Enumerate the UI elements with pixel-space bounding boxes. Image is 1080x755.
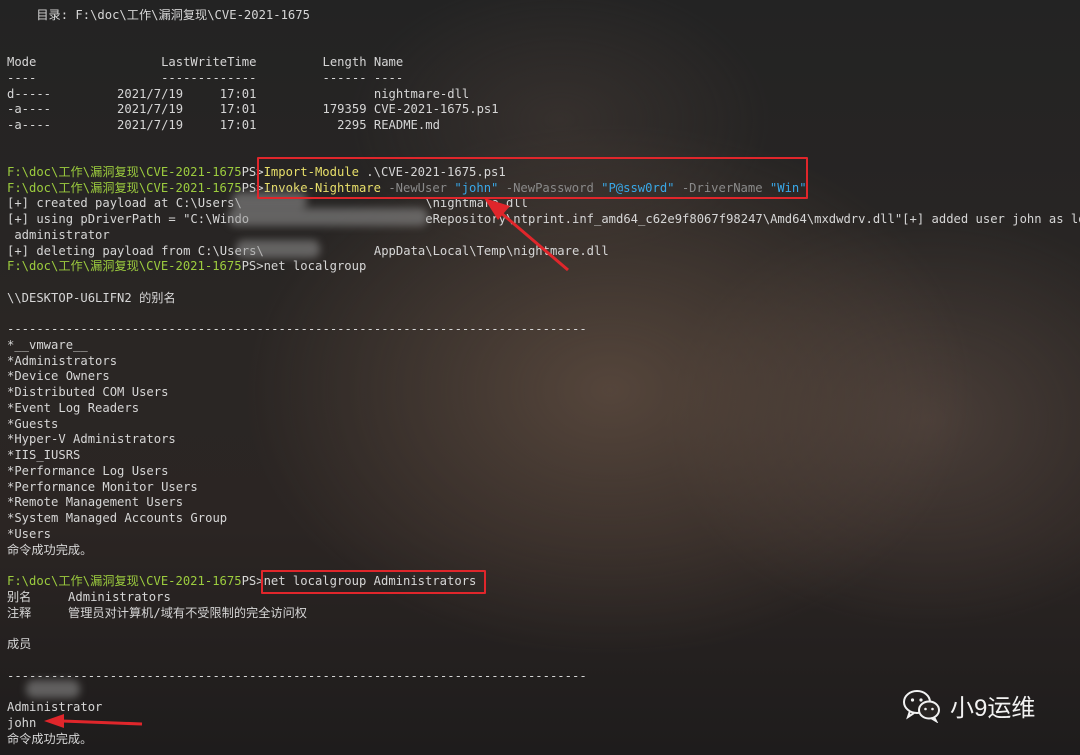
separator-rule: ----------------------------------------… xyxy=(7,322,587,336)
directory-header: 目录: F:\doc\工作\漏洞复现\CVE-2021-1675 xyxy=(7,8,310,22)
group-item: *Remote Management Users xyxy=(7,495,184,509)
arrow-icon xyxy=(484,198,569,272)
prompt-path: F:\doc\工作\漏洞复现\CVE-2021-1675 xyxy=(7,165,242,179)
group-item: *Hyper-V Administrators xyxy=(7,432,176,446)
prompt-line: F:\doc\工作\漏洞复现\CVE-2021-1675PS>net local… xyxy=(7,259,366,275)
prompt-ps: PS> xyxy=(241,259,264,273)
group-item: *Users xyxy=(7,527,52,541)
listing-header: Mode LastWriteTime Length Name xyxy=(7,55,404,69)
group-item: *Guests xyxy=(7,417,59,431)
wechat-icon xyxy=(903,689,940,723)
group-item: *IIS_IUSRS xyxy=(7,448,81,462)
watermark: 小9运维 xyxy=(902,688,1035,723)
group-item: *Distributed COM Users xyxy=(7,385,169,399)
alias-line: 别名 Administrators xyxy=(7,590,171,604)
group-item: *Administrators xyxy=(7,354,118,368)
member-item: john xyxy=(7,716,37,730)
listing-row: -a---- 2021/7/19 17:01 2295 README.md xyxy=(7,118,440,132)
output-line: administrator xyxy=(7,228,110,242)
success-message: 命令成功完成。 xyxy=(7,543,93,557)
arrow-icon xyxy=(44,714,143,728)
redaction-blur xyxy=(228,208,428,226)
highlight-box-admin-command xyxy=(261,570,486,594)
listing-rule: ---- ------------- ------ ---- xyxy=(7,71,404,85)
success-message: 命令成功完成。 xyxy=(7,732,93,746)
listing-row: d----- 2021/7/19 17:01 nightmare-dll xyxy=(7,87,470,101)
group-item: *Device Owners xyxy=(7,369,110,383)
separator-rule: ----------------------------------------… xyxy=(7,669,587,683)
watermark-label: 小9运维 xyxy=(950,695,1036,722)
command-text: net localgroup xyxy=(263,259,367,273)
redaction-blur xyxy=(26,680,80,698)
members-title: 成员 xyxy=(7,637,32,651)
comment-line: 注释 管理员对计算机/域有不受限制的完全访问权 xyxy=(7,606,307,620)
prompt-path: F:\doc\工作\漏洞复现\CVE-2021-1675 xyxy=(7,181,242,195)
alias-title: \\DESKTOP-U6LIFN2 的别名 xyxy=(7,291,176,305)
group-item: *Event Log Readers xyxy=(7,401,140,415)
prompt-path: F:\doc\工作\漏洞复现\CVE-2021-1675 xyxy=(7,574,242,588)
prompt-path: F:\doc\工作\漏洞复现\CVE-2021-1675 xyxy=(7,259,242,273)
group-item: *Performance Monitor Users xyxy=(7,480,198,494)
listing-row: -a---- 2021/7/19 17:01 179359 CVE-2021-1… xyxy=(7,102,499,116)
group-item: *Performance Log Users xyxy=(7,464,169,478)
group-item: *System Managed Accounts Group xyxy=(7,511,228,525)
group-item: *__vmware__ xyxy=(7,338,88,352)
redaction-blur xyxy=(236,240,320,258)
